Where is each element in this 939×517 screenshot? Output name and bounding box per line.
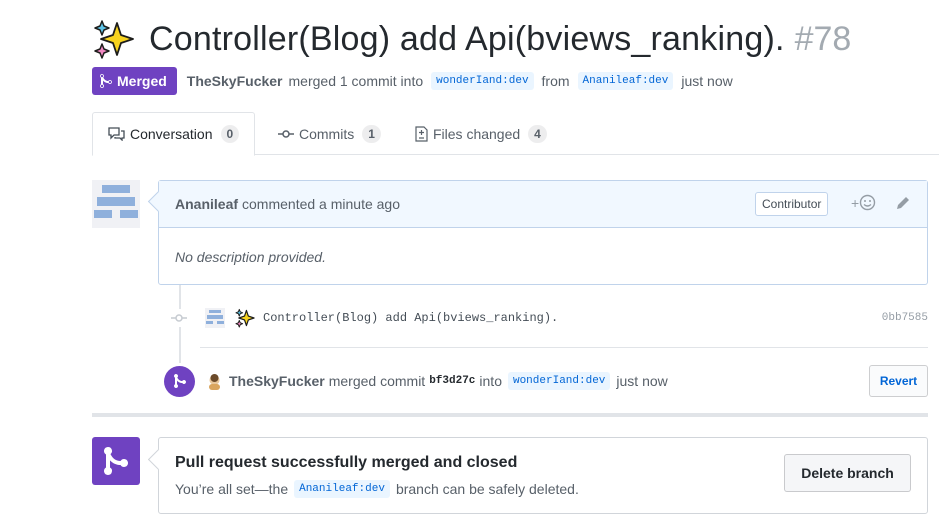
tab-files-changed-count: 4 <box>528 124 547 143</box>
merged-sub-before: You’re all set—the <box>175 481 289 497</box>
merge-event-text: merged commit <box>328 373 426 389</box>
tab-conversation-count: 0 <box>220 125 240 143</box>
divider <box>200 347 928 348</box>
tab-conversation-label: Conversation <box>130 126 213 142</box>
from-text: from <box>541 73 570 89</box>
merge-author-link[interactable]: TheSkyFucker <box>229 373 325 389</box>
comment-discussion-icon <box>108 127 125 141</box>
merge-into-text: into <box>479 373 502 389</box>
merge-time: just now <box>681 73 733 89</box>
merged-sub-after: branch can be safely deleted. <box>395 481 579 497</box>
git-merge-icon <box>104 446 128 475</box>
merge-commit-sha-link[interactable]: bf3d27c <box>429 375 475 387</box>
commit-sha-link[interactable]: 0bb7585 <box>882 312 928 324</box>
timeline-end-divider <box>92 413 928 417</box>
delete-branch-button[interactable]: Delete branch <box>784 454 911 492</box>
comment-action: commented a minute ago <box>242 196 400 212</box>
merger-avatar[interactable] <box>206 372 223 390</box>
merged-status-title: Pull request successfully merged and clo… <box>175 454 518 471</box>
tab-files-changed-label: Files changed <box>433 125 521 142</box>
comment-body: No description provided. <box>175 249 326 265</box>
head-ref[interactable]: Ananileaf:dev <box>577 72 674 90</box>
merged-status-subtitle: You’re all set—the Ananileaf:dev branch … <box>175 480 579 498</box>
merger-link[interactable]: TheSkyFucker <box>187 73 283 89</box>
avatar[interactable] <box>92 180 140 228</box>
pr-title: Controller(Blog) add Api(bviews_ranking)… <box>149 19 785 58</box>
pencil-icon <box>897 197 909 209</box>
reaction-plus: + <box>851 194 860 211</box>
identicon-avatar <box>92 180 140 228</box>
tab-commits[interactable]: Commits 1 <box>278 112 381 155</box>
git-commit-icon <box>170 309 188 327</box>
deletable-branch-ref[interactable]: Ananileaf:dev <box>294 480 390 498</box>
add-reaction-button[interactable]: + <box>851 194 876 211</box>
merged-status-box: Pull request successfully merged and clo… <box>158 437 928 514</box>
file-diff-icon <box>415 125 428 142</box>
contributor-badge: Contributor <box>755 192 829 216</box>
merge-event-badge <box>164 365 195 397</box>
merged-state-badge: Merged <box>92 67 177 95</box>
commit-author-avatar[interactable] <box>205 308 225 328</box>
merge-target-ref[interactable]: wonderIand:dev <box>507 372 611 390</box>
edit-comment-button[interactable] <box>895 195 911 214</box>
merge-event: TheSkyFucker merged commit bf3d27c into … <box>164 365 928 397</box>
merged-state-label: Merged <box>117 73 167 89</box>
git-commit-icon <box>278 129 294 138</box>
pr-meta: Merged TheSkyFucker merged 1 commit into… <box>92 67 735 95</box>
merge-event-time: just now <box>616 373 668 389</box>
pr-tabs: Conversation 0 Commits 1 Files changed 4 <box>92 112 939 156</box>
tab-conversation[interactable]: Conversation 0 <box>92 112 256 156</box>
merged-status-icon-box <box>92 437 140 485</box>
tab-files-changed[interactable]: Files changed 4 <box>415 112 547 155</box>
tab-commits-label: Commits <box>299 125 355 142</box>
merged-text: merged 1 commit into <box>288 73 424 89</box>
commit-row: Controller(Blog) add Api(bviews_ranking)… <box>170 302 928 334</box>
tab-commits-count: 1 <box>362 124 381 143</box>
pr-number: #78 <box>794 19 852 58</box>
git-merge-icon <box>100 73 112 89</box>
git-merge-icon <box>173 373 186 388</box>
comment-author[interactable]: Ananileaf <box>175 196 238 212</box>
smiley-icon <box>859 194 876 211</box>
sparkles-icon <box>235 308 255 328</box>
pr-title-row: Controller(Blog) add Api(bviews_ranking)… <box>93 14 851 64</box>
comment-box: Ananileaf commented a minute ago Contrib… <box>158 180 928 285</box>
revert-button[interactable]: Revert <box>869 365 928 397</box>
commit-message-link[interactable]: Controller(Blog) add Api(bviews_ranking)… <box>263 311 558 325</box>
sparkles-icon <box>94 20 134 59</box>
base-ref[interactable]: wonderIand:dev <box>431 72 534 90</box>
comment-header: Ananileaf commented a minute ago Contrib… <box>159 181 927 228</box>
